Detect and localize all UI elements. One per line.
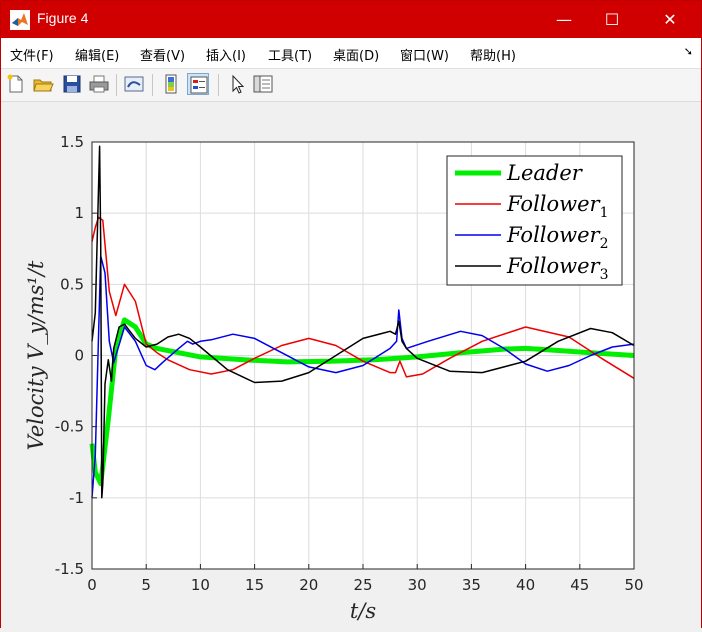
window-title: Figure 4 bbox=[37, 10, 89, 26]
chart[interactable]: 0 5 10 15 20 25 30 35 40 45 50 1.5 1 0.5 0 -0.5 -1 -1.5 t… bbox=[1, 102, 701, 628]
x-tick-label: 25 bbox=[353, 576, 372, 594]
print-icon[interactable] bbox=[88, 73, 110, 95]
toolbar-separator bbox=[152, 74, 153, 96]
y-tick-label: 0 bbox=[74, 347, 84, 365]
figure-window: Figure 4 — ☐ ✕ 文件(F) 编辑(E) 查看(V) 插入(I) 工… bbox=[0, 0, 702, 628]
toolbar-separator bbox=[218, 74, 219, 96]
menu-desktop[interactable]: 桌面(D) bbox=[333, 45, 379, 64]
x-tick-label: 45 bbox=[570, 576, 589, 594]
matlab-logo-icon bbox=[10, 10, 30, 30]
minimize-button[interactable]: — bbox=[541, 1, 587, 38]
menu-help[interactable]: 帮助(H) bbox=[470, 45, 516, 64]
y-tick-label: -1 bbox=[69, 489, 84, 507]
x-tick-label: 20 bbox=[299, 576, 318, 594]
menu-window[interactable]: 窗口(W) bbox=[400, 45, 449, 64]
save-icon[interactable] bbox=[61, 73, 83, 95]
legend[interactable]: LeaderFollower1Follower2Follower3 bbox=[446, 155, 623, 286]
menu-insert[interactable]: 插入(I) bbox=[206, 45, 246, 64]
x-tick-label: 50 bbox=[624, 576, 643, 594]
y-tick-label: -1.5 bbox=[55, 560, 84, 578]
y-tick-label: 1 bbox=[74, 204, 84, 222]
x-tick-label: 0 bbox=[87, 576, 97, 594]
menu-file[interactable]: 文件(F) bbox=[10, 45, 54, 64]
menu-bar: 文件(F) 编辑(E) 查看(V) 插入(I) 工具(T) 桌面(D) 窗口(W… bbox=[1, 38, 701, 69]
x-tick-label: 30 bbox=[408, 576, 427, 594]
toolbar bbox=[1, 69, 701, 102]
menu-edit[interactable]: 编辑(E) bbox=[75, 45, 119, 64]
x-tick-label: 15 bbox=[245, 576, 264, 594]
x-tick-label: 35 bbox=[462, 576, 481, 594]
dock-arrow-icon[interactable]: ➘ bbox=[684, 45, 693, 58]
y-tick-label: -0.5 bbox=[55, 418, 84, 436]
link-plot-icon[interactable] bbox=[123, 73, 145, 95]
y-tick-label: 1.5 bbox=[60, 133, 84, 151]
close-button[interactable]: ✕ bbox=[647, 1, 693, 38]
insert-colorbar-icon[interactable] bbox=[160, 73, 182, 95]
x-axis-label: t/s bbox=[350, 599, 377, 623]
new-figure-icon[interactable] bbox=[5, 73, 27, 95]
y-axis-label: Velocity V_y/ms¹/t bbox=[24, 260, 48, 450]
property-inspector-icon[interactable] bbox=[252, 73, 274, 95]
pointer-icon[interactable] bbox=[226, 73, 248, 95]
menu-tools[interactable]: 工具(T) bbox=[268, 45, 312, 64]
insert-legend-icon[interactable] bbox=[187, 73, 209, 95]
title-bar[interactable]: Figure 4 — ☐ ✕ bbox=[1, 1, 701, 38]
maximize-button[interactable]: ☐ bbox=[589, 1, 635, 38]
x-tick-label: 10 bbox=[191, 576, 210, 594]
legend-label: Leader bbox=[506, 161, 584, 185]
figure-canvas: 0 5 10 15 20 25 30 35 40 45 50 1.5 1 0.5 0 -0.5 -1 -1.5 t… bbox=[1, 102, 701, 628]
y-tick-label: 0.5 bbox=[60, 275, 84, 293]
open-file-icon[interactable] bbox=[32, 73, 54, 95]
menu-view[interactable]: 查看(V) bbox=[140, 45, 185, 64]
toolbar-separator bbox=[116, 74, 117, 96]
x-tick-label: 40 bbox=[516, 576, 535, 594]
x-tick-label: 5 bbox=[141, 576, 151, 594]
